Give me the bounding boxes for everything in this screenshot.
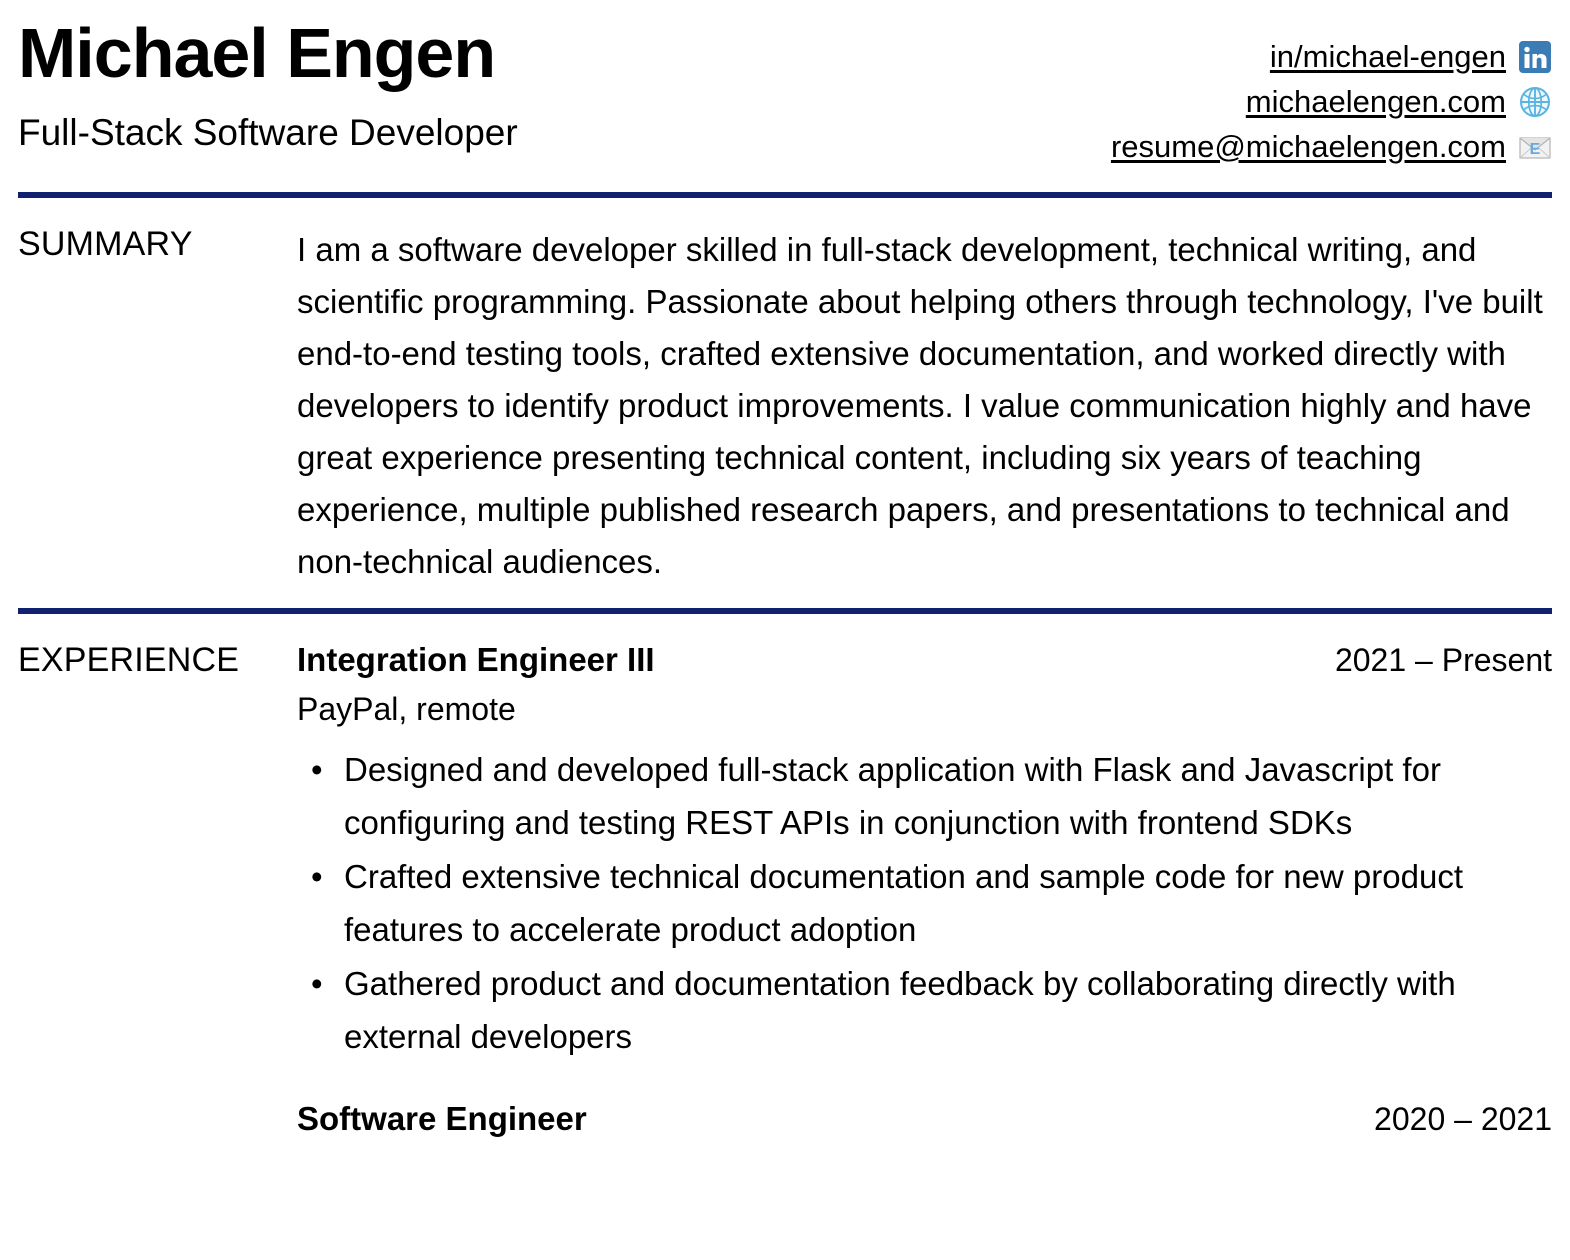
email-link[interactable]: resume@michaelengen.com <box>1111 130 1506 164</box>
globe-icon <box>1518 85 1552 119</box>
job-dates: 2021 – Present <box>1334 642 1552 678</box>
email-icon: E <box>1518 130 1552 164</box>
summary-text: I am a software developer skilled in ful… <box>297 231 1543 580</box>
experience-entry: Integration Engineer III 2021 – Present … <box>297 640 1552 1063</box>
resume-page: Michael Engen Full-Stack Software Develo… <box>0 0 1570 1260</box>
summary-section: SUMMARY I am a software developer skille… <box>18 198 1552 608</box>
contact-list: in/michael-engen michaelengen.com resume… <box>1111 12 1552 164</box>
linkedin-icon <box>1518 40 1552 74</box>
contact-item-linkedin[interactable]: in/michael-engen <box>1270 40 1552 74</box>
resume-header: Michael Engen Full-Stack Software Develo… <box>18 0 1552 188</box>
job-bullet-list: Designed and developed full-stack applic… <box>297 743 1552 1063</box>
experience-body: Integration Engineer III 2021 – Present … <box>297 640 1552 1144</box>
identity-block: Michael Engen Full-Stack Software Develo… <box>18 12 518 151</box>
summary-body: I am a software developer skilled in ful… <box>297 224 1552 588</box>
experience-section-label: EXPERIENCE <box>18 641 240 679</box>
summary-section-label: SUMMARY <box>18 225 193 263</box>
job-dates: 2020 – 2021 <box>1374 1100 1552 1137</box>
professional-title: Full-Stack Software Developer <box>18 112 518 153</box>
svg-text:E: E <box>1530 141 1541 158</box>
experience-entry: Software Engineer 2020 – 2021 <box>297 1099 1552 1139</box>
page-title: Michael Engen <box>18 14 496 92</box>
list-item: Gathered product and documentation feedb… <box>297 957 1552 1063</box>
job-organization: PayPal, remote <box>297 690 516 727</box>
experience-section: EXPERIENCE Integration Engineer III 2021… <box>18 614 1552 1144</box>
contact-item-email[interactable]: resume@michaelengen.com E <box>1111 130 1552 164</box>
list-item: Crafted extensive technical documentatio… <box>297 850 1552 956</box>
job-role: Integration Engineer III <box>297 641 655 678</box>
contact-item-website[interactable]: michaelengen.com <box>1246 85 1552 119</box>
job-role: Software Engineer <box>297 1099 587 1137</box>
linkedin-link[interactable]: in/michael-engen <box>1270 40 1506 74</box>
experience-entry-header: Software Engineer 2020 – 2021 <box>297 1099 1552 1139</box>
experience-entry-header: Integration Engineer III 2021 – Present <box>297 640 1552 680</box>
website-link[interactable]: michaelengen.com <box>1246 85 1506 119</box>
list-item: Designed and developed full-stack applic… <box>297 743 1552 849</box>
entry-spacer <box>297 1069 1552 1099</box>
